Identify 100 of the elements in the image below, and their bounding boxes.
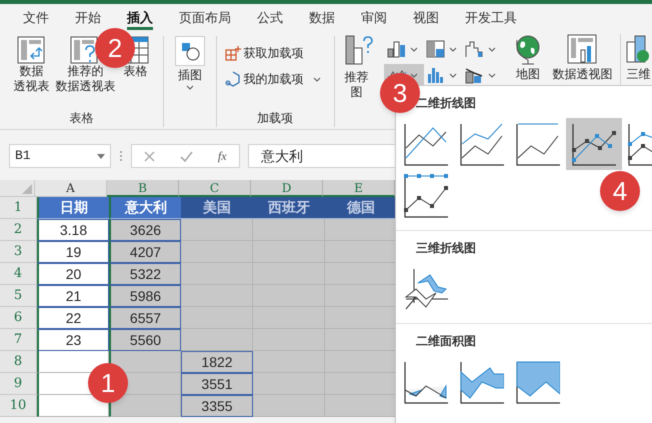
- hexagon-icon: [224, 71, 241, 87]
- ribbon-tab[interactable]: 开始: [75, 8, 101, 30]
- table-cell: 21: [37, 285, 109, 307]
- add-grid-icon: [224, 45, 241, 61]
- row-header[interactable]: 3: [0, 241, 37, 263]
- table-cell: [181, 329, 253, 351]
- percent-line-markers-chart-icon: [404, 174, 448, 218]
- pivot-question-icon: [70, 36, 100, 64]
- percent-area-chart-icon: [516, 360, 560, 404]
- table-cell: [37, 351, 109, 373]
- maps-button[interactable]: 地图: [508, 34, 548, 81]
- ribbon-tab[interactable]: 开发工具: [465, 8, 517, 30]
- section-title: 二维面积图: [415, 333, 477, 350]
- row-header[interactable]: 2: [0, 219, 37, 241]
- table-cell: 6557: [109, 307, 181, 329]
- chart-question-icon: [344, 34, 375, 66]
- table-cell: [109, 395, 181, 417]
- waterfall-chart-icon: [464, 40, 485, 58]
- row-header[interactable]: 10: [0, 395, 37, 417]
- table-cell: 4207: [109, 241, 181, 263]
- column-chart-icon: [386, 40, 407, 58]
- table-cell: 5560: [109, 329, 181, 351]
- chart-option[interactable]: [566, 118, 622, 170]
- name-box[interactable]: B1: [9, 144, 111, 168]
- header-cell: 德国: [325, 197, 397, 219]
- table-cell: [253, 219, 325, 241]
- row-header[interactable]: 5: [0, 285, 37, 307]
- ribbon-tab[interactable]: 视图: [413, 8, 439, 30]
- histogram-chart-icon: [426, 66, 446, 84]
- column-header[interactable]: E: [323, 180, 395, 197]
- pivot-table-button[interactable]: 数据 透视表: [13, 36, 50, 94]
- table-cell: 22: [37, 307, 109, 329]
- area-chart-icon: [404, 360, 448, 404]
- table-cell: 3.18: [37, 219, 109, 241]
- more-icon: [119, 150, 123, 162]
- table-cell: [181, 307, 253, 329]
- chevron-icon: [448, 46, 457, 52]
- table-cell: 5986: [109, 285, 181, 307]
- row-header[interactable]: 6: [0, 307, 37, 329]
- corner-triangle-icon: [22, 184, 32, 194]
- row-header[interactable]: 1: [0, 197, 37, 219]
- chevron-icon: [448, 72, 457, 78]
- table-cell: [181, 263, 253, 285]
- treemap-chart-icon: [426, 40, 446, 58]
- column-header[interactable]: D: [251, 180, 323, 197]
- chevron-icon: [488, 72, 496, 78]
- column-header[interactable]: B: [107, 180, 179, 197]
- pivot-chart-button[interactable]: 数据透视图: [551, 34, 614, 81]
- row-header[interactable]: 4: [0, 263, 37, 285]
- section-title: 三维折线图: [415, 240, 477, 257]
- column-header[interactable]: A: [35, 180, 107, 197]
- ribbon-tab[interactable]: 页面布局: [179, 8, 231, 30]
- table-cell: [181, 241, 253, 263]
- table-cell: [253, 373, 325, 395]
- table-cell: 1822: [181, 351, 253, 373]
- line-3d-chart-icon: [404, 267, 448, 311]
- insert-function-button[interactable]: fx: [218, 147, 227, 165]
- column-header[interactable]: C: [179, 180, 251, 197]
- header-cell: 西班牙: [253, 197, 325, 219]
- row-header[interactable]: 7: [0, 329, 37, 351]
- pivot-table-icon: [17, 36, 46, 64]
- table-cell: 23: [37, 329, 109, 351]
- table-cell: 3626: [109, 219, 181, 241]
- shapes-icon: [174, 36, 205, 66]
- chevron-icon: [186, 85, 194, 90]
- stacked-line-chart-icon: [460, 122, 504, 166]
- ribbon-tab[interactable]: 插入: [127, 8, 153, 30]
- table-cell: [109, 351, 181, 373]
- 3d-map-button[interactable]: 三维: [624, 34, 652, 81]
- header-cell: 日期: [37, 197, 109, 219]
- illustrations-button[interactable]: 插图: [174, 36, 205, 90]
- group-label: 表格: [69, 110, 94, 127]
- combo-chart-icon: [464, 66, 485, 84]
- ribbon-tab[interactable]: 公式: [257, 8, 283, 30]
- table-cell: 19: [37, 241, 109, 263]
- chevron-icon: [488, 46, 496, 52]
- dropdown-arrow-icon: [97, 154, 105, 158]
- row-header[interactable]: 8: [0, 351, 37, 373]
- ribbon-tab[interactable]: 数据: [309, 8, 335, 30]
- table-cell: [253, 395, 325, 417]
- table-cell: 20: [37, 263, 109, 285]
- header-cell: 意大利: [109, 197, 181, 219]
- ribbon-tab[interactable]: 文件: [23, 8, 49, 30]
- chevron-icon: [312, 76, 321, 82]
- get-addins-button[interactable]: 获取加载项: [224, 44, 304, 62]
- check-icon[interactable]: [180, 150, 194, 162]
- table-cell: [181, 285, 253, 307]
- table-cell: [181, 219, 253, 241]
- table-cell: [253, 351, 325, 373]
- row-header[interactable]: 9: [0, 373, 37, 395]
- my-addins-button[interactable]: 我的加载项: [224, 70, 321, 88]
- recommended-charts-button[interactable]: 推荐 图: [344, 34, 380, 100]
- chevron-icon: [410, 46, 418, 52]
- chevron-icon: [410, 72, 418, 78]
- line-markers-chart-icon: [572, 122, 616, 166]
- stacked-area-chart-icon: [460, 360, 504, 404]
- header-cell: 美国: [181, 197, 253, 219]
- table-cell: 3551: [181, 373, 253, 395]
- table-cell: 5322: [109, 263, 181, 285]
- ribbon-tab[interactable]: 审阅: [361, 8, 387, 30]
